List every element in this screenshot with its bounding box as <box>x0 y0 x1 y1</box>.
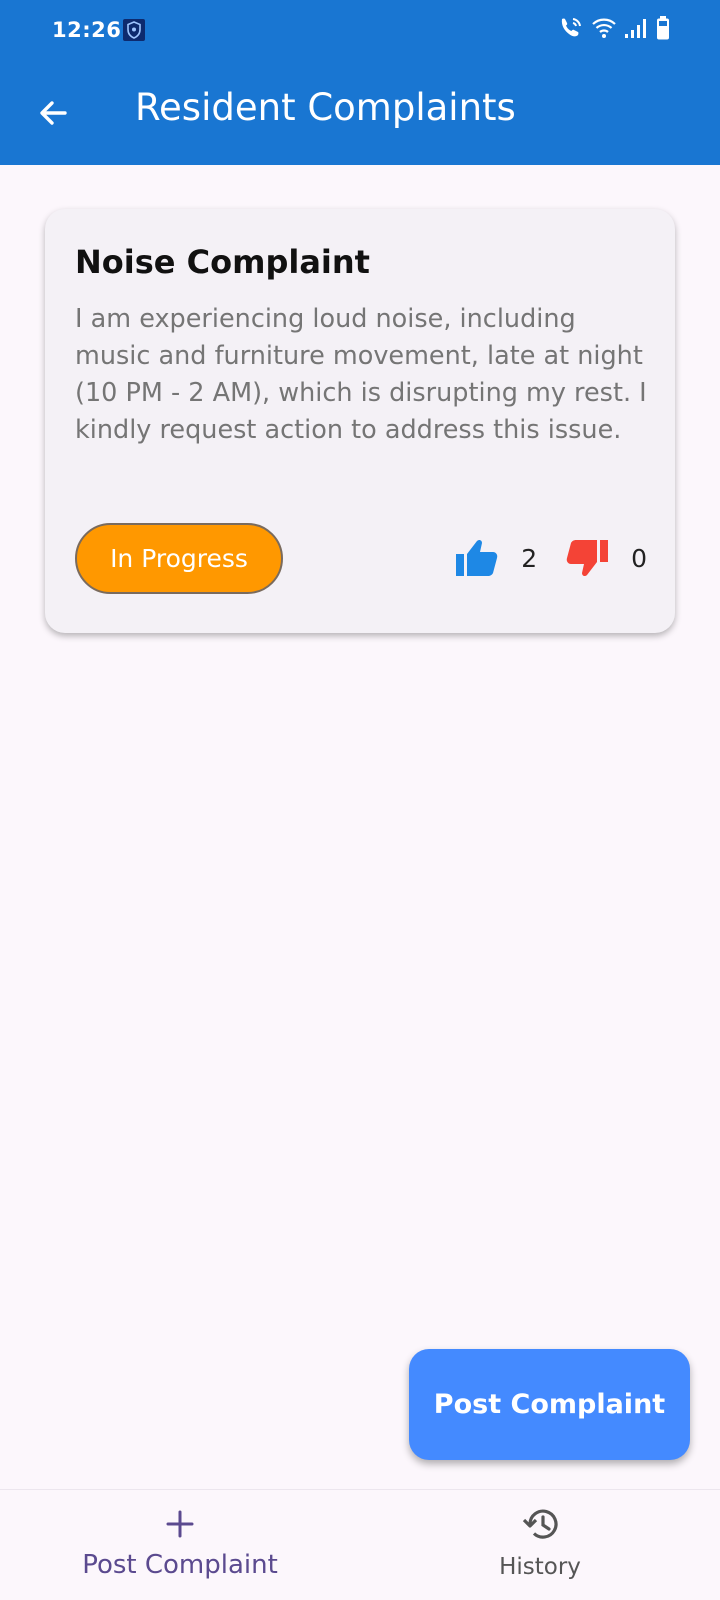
back-button[interactable] <box>30 90 76 136</box>
status-badge[interactable]: In Progress <box>75 523 283 594</box>
thumbs-down-icon <box>566 540 609 577</box>
nav-label-history: History <box>499 1554 581 1580</box>
wifi-icon <box>592 17 616 43</box>
nav-item-post-complaint[interactable]: Post Complaint <box>60 1490 300 1600</box>
thumbs-up-icon <box>456 539 498 576</box>
downvote-count: 0 <box>631 543 647 573</box>
complaint-title: Noise Complaint <box>75 243 370 281</box>
battery-icon <box>656 16 670 44</box>
complaint-description: I am experiencing loud noise, including … <box>75 304 647 445</box>
wifi-call-icon <box>558 16 584 44</box>
nav-label-post-complaint: Post Complaint <box>82 1550 278 1580</box>
app-bar: Resident Complaints <box>0 62 720 165</box>
back-arrow-icon <box>40 101 67 125</box>
status-bar: 12:26 <box>0 0 720 62</box>
bottom-nav: Post Complaint History <box>0 1489 720 1600</box>
history-icon <box>521 1504 559 1544</box>
upvote-button[interactable]: 2 <box>455 538 537 578</box>
plus-icon <box>165 1504 195 1544</box>
vote-controls: 2 0 <box>455 533 647 583</box>
upvote-count: 2 <box>521 543 538 573</box>
signal-icon <box>624 17 648 43</box>
nav-item-history[interactable]: History <box>440 1490 640 1600</box>
status-icons <box>558 16 670 44</box>
page-title: Resident Complaints <box>135 86 516 129</box>
shield-icon <box>123 19 145 41</box>
complaint-card[interactable]: Noise Complaint I am experiencing loud n… <box>45 209 675 633</box>
downvote-button[interactable]: 0 <box>565 538 647 578</box>
status-time: 12:26 <box>52 18 122 42</box>
post-complaint-fab[interactable]: Post Complaint <box>409 1349 690 1460</box>
